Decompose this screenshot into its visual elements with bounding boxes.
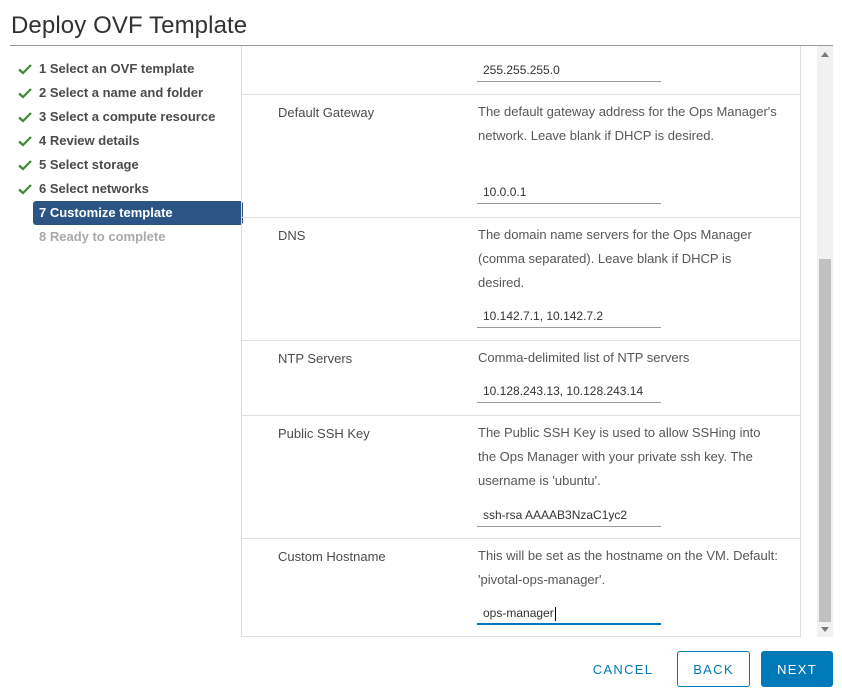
step-6[interactable]: 6 Select networks xyxy=(12,177,224,201)
dns-row: DNS The domain name servers for the Ops … xyxy=(242,218,800,341)
step-label: 1 Select an OVF template xyxy=(39,61,195,76)
ssh-label: Public SSH Key xyxy=(278,426,370,441)
ntp-input[interactable]: 10.128.243.13, 10.128.243.14 xyxy=(477,379,661,403)
step-label: 6 Select networks xyxy=(39,181,149,196)
dialog-title: Deploy OVF Template xyxy=(11,12,248,39)
step-4[interactable]: 4 Review details xyxy=(12,129,224,153)
check-icon xyxy=(18,136,32,147)
text-caret xyxy=(554,606,556,621)
check-icon xyxy=(18,112,32,123)
step-3[interactable]: 3 Select a compute resource xyxy=(12,105,224,129)
gateway-label: Default Gateway xyxy=(278,105,375,120)
check-icon xyxy=(18,88,32,99)
ssh-row: Public SSH Key The Public SSH Key is use… xyxy=(242,416,800,539)
step-2[interactable]: 2 Select a name and folder xyxy=(12,81,224,105)
step-5[interactable]: 5 Select storage xyxy=(12,153,224,177)
dns-label: DNS xyxy=(278,228,306,243)
step-label: 4 Review details xyxy=(39,133,140,148)
step-label: 5 Select storage xyxy=(39,157,139,172)
scroll-down-arrow-icon[interactable] xyxy=(821,627,829,632)
customize-template-panel: 255.255.255.0 Default Gateway The defaul… xyxy=(241,46,801,637)
step-8: 8 Ready to complete xyxy=(12,225,224,249)
hostname-label: Custom Hostname xyxy=(278,549,386,564)
ssh-input[interactable]: ssh-rsa AAAAB3NzaC1yc2 xyxy=(477,503,661,527)
hostname-description: This will be set as the hostname on the … xyxy=(478,548,778,587)
vertical-scrollbar[interactable] xyxy=(817,46,833,637)
back-button[interactable]: BACK xyxy=(677,651,750,687)
ssh-description: The Public SSH Key is used to allow SSHi… xyxy=(478,425,761,488)
scroll-up-arrow-icon[interactable] xyxy=(821,52,829,57)
gateway-description: The default gateway address for the Ops … xyxy=(478,104,777,143)
check-icon xyxy=(18,160,32,171)
cancel-button[interactable]: CANCEL xyxy=(580,651,666,687)
gateway-input[interactable]: 10.0.0.1 xyxy=(477,180,661,204)
dns-description: The domain name servers for the Ops Mana… xyxy=(478,227,752,290)
netmask-input[interactable]: 255.255.255.0 xyxy=(477,58,661,82)
ntp-description: Comma-delimited list of NTP servers xyxy=(478,350,690,365)
ntp-label: NTP Servers xyxy=(278,351,353,366)
gateway-row: Default Gateway The default gateway addr… xyxy=(242,95,800,218)
check-icon xyxy=(18,64,32,75)
step-label: 7 Customize template xyxy=(39,205,173,220)
hostname-row: Custom Hostname This will be set as the … xyxy=(242,539,800,636)
step-label: 3 Select a compute resource xyxy=(39,109,216,124)
hostname-value: ops-manager xyxy=(483,606,554,620)
step-label: 2 Select a name and folder xyxy=(39,85,204,100)
step-label: 8 Ready to complete xyxy=(39,229,166,244)
step-1[interactable]: 1 Select an OVF template xyxy=(12,57,224,81)
ntp-row: NTP Servers Comma-delimited list of NTP … xyxy=(242,341,800,416)
netmask-row: 255.255.255.0 xyxy=(242,46,800,95)
next-button[interactable]: NEXT xyxy=(761,651,833,687)
scroll-thumb[interactable] xyxy=(819,259,831,622)
hostname-input[interactable]: ops-manager xyxy=(477,601,661,625)
dns-input[interactable]: 10.142.7.1, 10.142.7.2 xyxy=(477,304,661,328)
wizard-steps: 1 Select an OVF template 2 Select a name… xyxy=(12,57,243,249)
check-icon xyxy=(18,184,32,195)
step-7-active[interactable]: 7 Customize template xyxy=(33,201,243,225)
